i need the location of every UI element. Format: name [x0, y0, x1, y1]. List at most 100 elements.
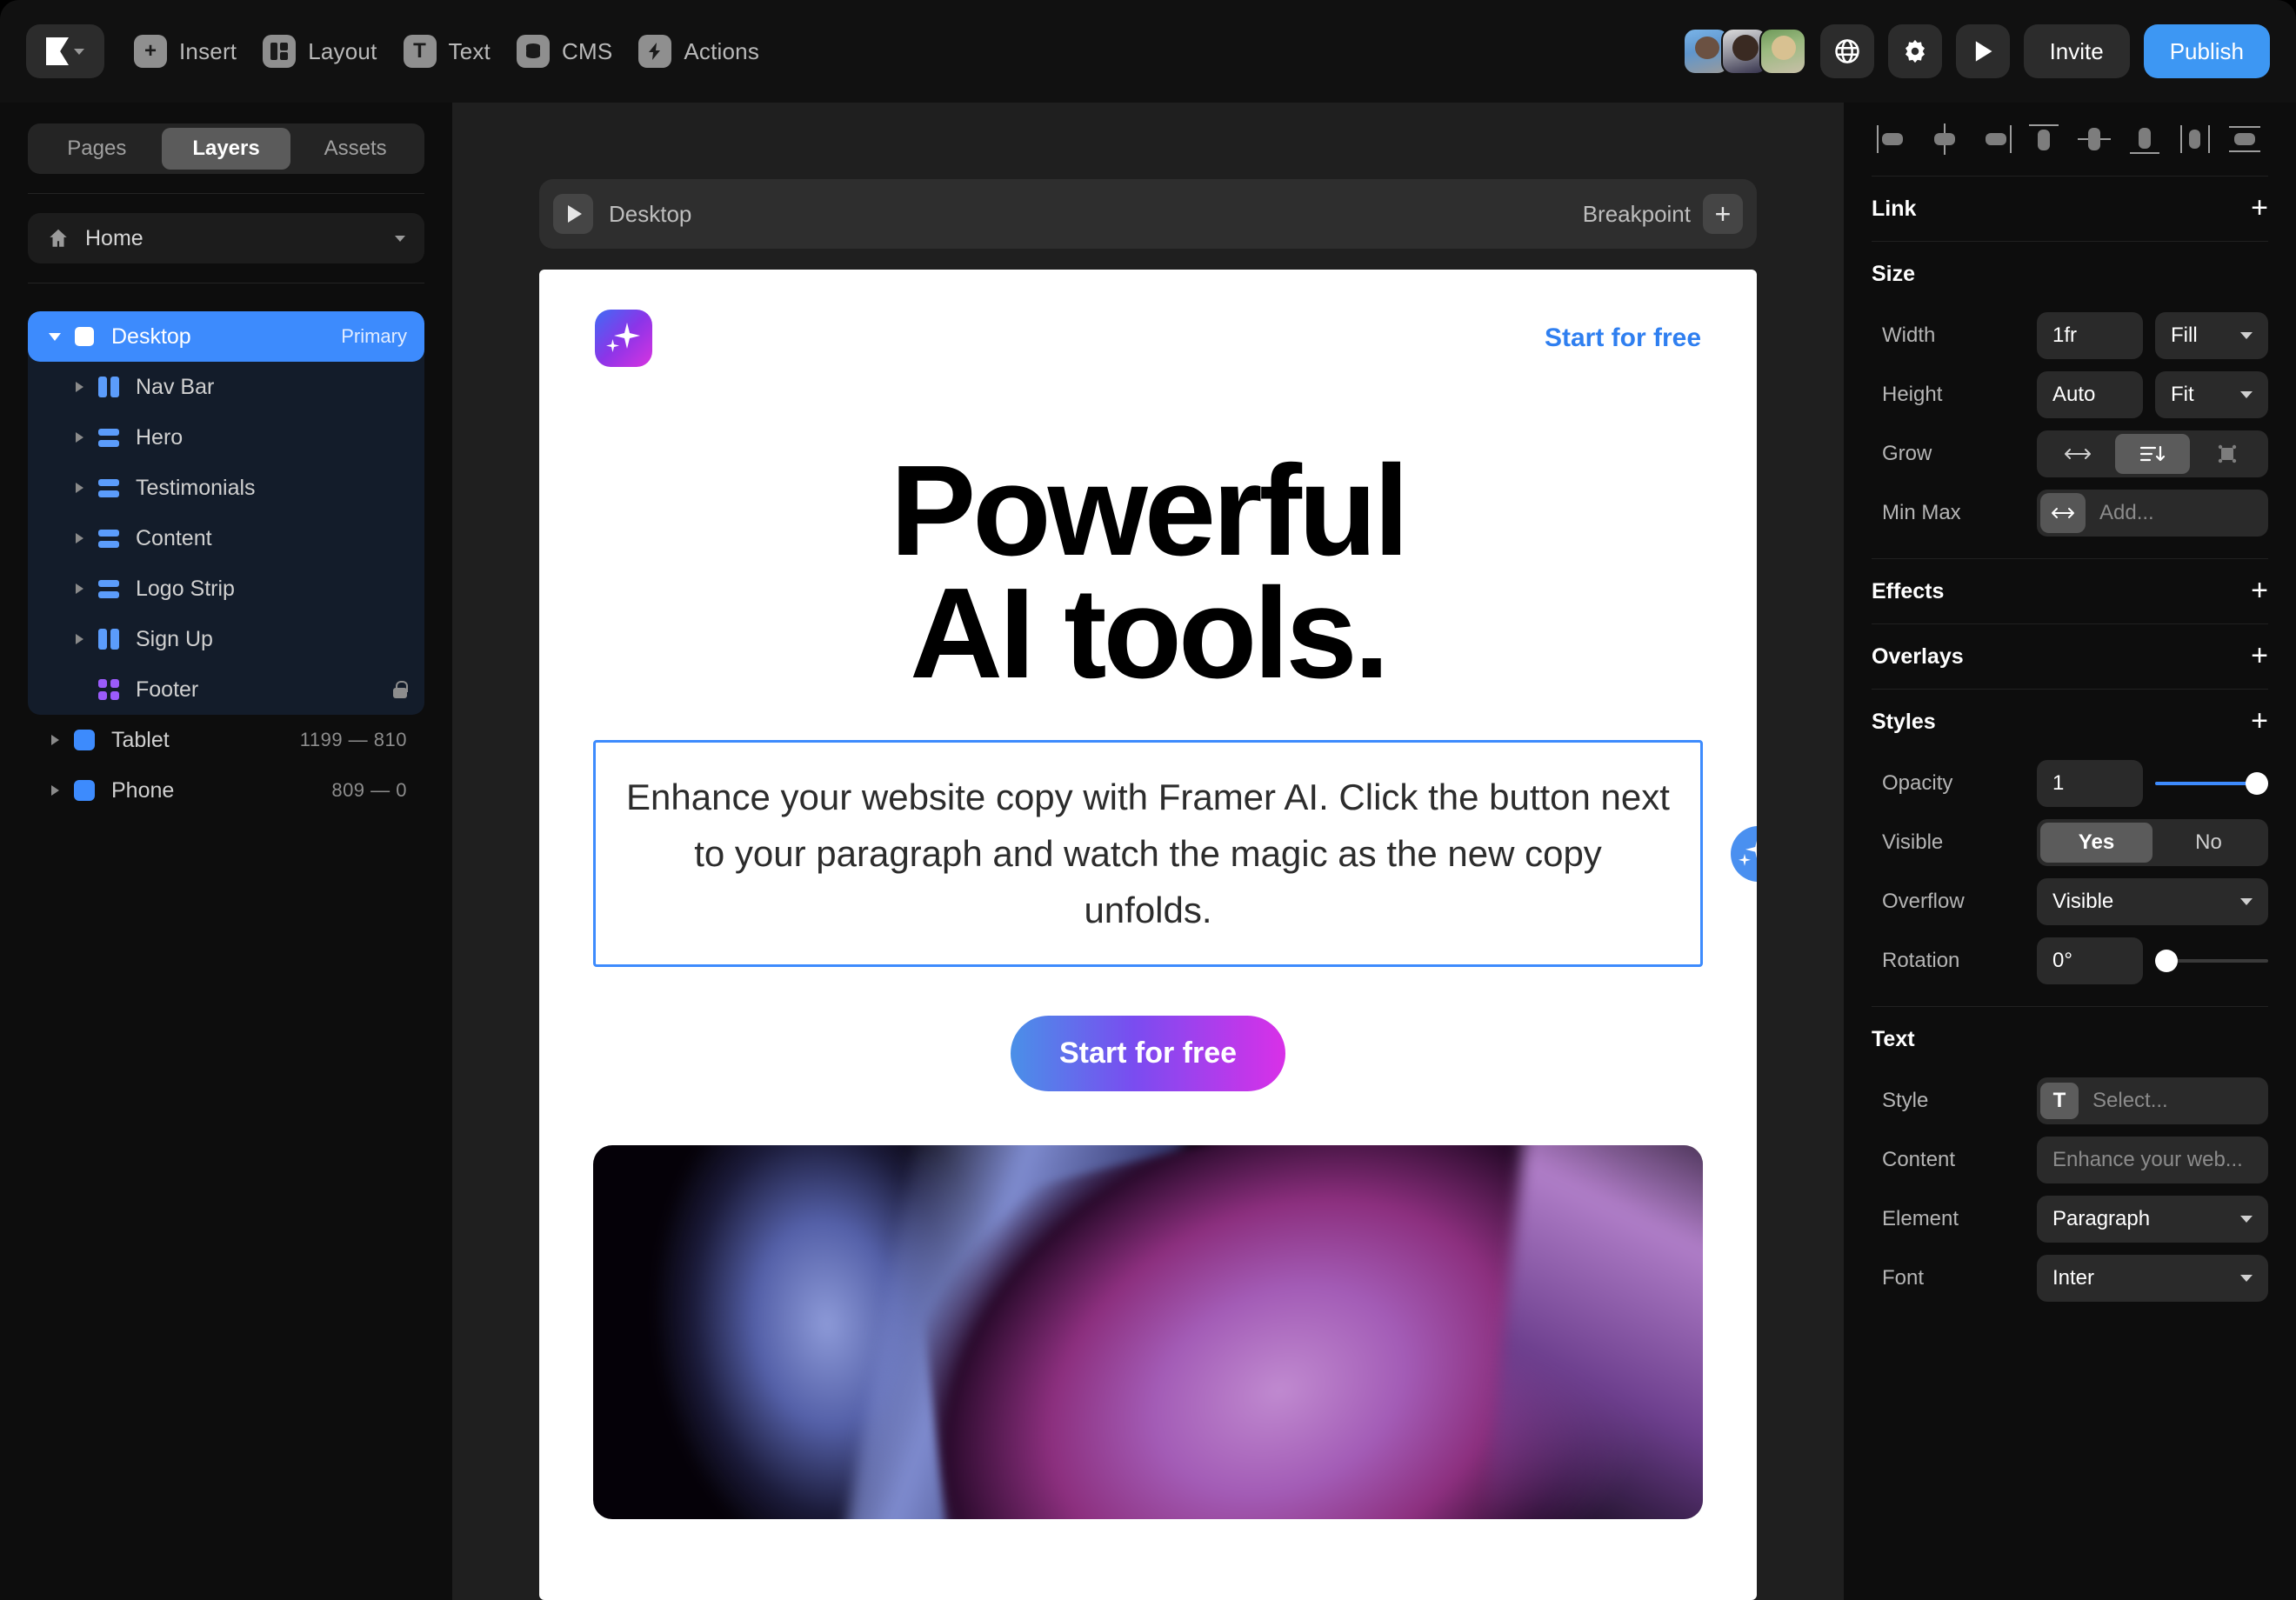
- visible-label: Visible: [1872, 830, 2025, 855]
- disclosure-triangle-right-icon[interactable]: [40, 785, 70, 796]
- disclosure-triangle-right-icon[interactable]: [40, 735, 70, 745]
- sparkle-logo-icon[interactable]: [595, 310, 652, 367]
- toolbar-actions-label: Actions: [684, 38, 759, 65]
- align-horizontal-center-icon[interactable]: [1926, 122, 1964, 157]
- layer-row-tablet[interactable]: Tablet 1199 — 810: [28, 715, 424, 765]
- toolbar-actions[interactable]: Actions: [638, 35, 759, 68]
- width-mode-select[interactable]: Fill: [2155, 312, 2268, 359]
- avatar[interactable]: [1759, 28, 1806, 75]
- frame-icon: [70, 327, 99, 346]
- disclosure-triangle-down-icon[interactable]: [40, 333, 70, 341]
- breakpoint-add-group: Breakpoint +: [1583, 194, 1743, 234]
- text-font-select[interactable]: Inter: [2037, 1255, 2268, 1302]
- invite-button[interactable]: Invite: [2024, 24, 2130, 78]
- globe-button[interactable]: [1820, 24, 1874, 78]
- minmax-input[interactable]: Add...: [2037, 490, 2268, 537]
- visible-yes-option[interactable]: Yes: [2040, 823, 2152, 863]
- visible-no-option[interactable]: No: [2152, 823, 2265, 863]
- page-selector[interactable]: Home: [28, 213, 424, 263]
- add-link-button[interactable]: +: [2251, 198, 2268, 219]
- layer-row-desktop[interactable]: Desktop Primary: [28, 311, 424, 362]
- site-nav-bar: Start for free: [539, 270, 1757, 367]
- hero-cta-button[interactable]: Start for free: [1011, 1016, 1285, 1091]
- text-element-select[interactable]: Paragraph: [2037, 1196, 2268, 1243]
- add-style-button[interactable]: +: [2251, 711, 2268, 732]
- tab-pages[interactable]: Pages: [32, 128, 162, 170]
- overflow-select[interactable]: Visible: [2037, 878, 2268, 925]
- grow-expand-icon[interactable]: [2190, 434, 2265, 474]
- tab-assets[interactable]: Assets: [290, 128, 420, 170]
- grow-horizontal-arrows-icon[interactable]: [2040, 434, 2115, 474]
- hero-image[interactable]: [593, 1145, 1703, 1519]
- stack-icon: [94, 528, 123, 549]
- text-content-input[interactable]: Enhance your web...: [2037, 1137, 2268, 1183]
- toolbar-layout-label: Layout: [308, 38, 377, 65]
- align-right-icon[interactable]: [1975, 122, 2013, 157]
- disclosure-triangle-right-icon[interactable]: [64, 432, 94, 443]
- add-breakpoint-button[interactable]: +: [1703, 194, 1743, 234]
- layer-row-testimonials[interactable]: Testimonials: [28, 463, 424, 513]
- rotation-input[interactable]: 0°: [2037, 937, 2143, 984]
- toolbar-layout[interactable]: Layout: [263, 35, 377, 68]
- ai-rewrite-button[interactable]: [1731, 826, 1757, 882]
- home-icon: [47, 227, 70, 250]
- left-sidebar: Pages Layers Assets Home Desktop Primary: [0, 103, 452, 1600]
- disclosure-triangle-right-icon[interactable]: [64, 533, 94, 543]
- lock-icon[interactable]: [393, 681, 407, 698]
- layer-row-hero[interactable]: Hero: [28, 412, 424, 463]
- toolbar-cms[interactable]: CMS: [517, 35, 612, 68]
- layer-label: Hero: [136, 425, 407, 450]
- breakpoint-title: Desktop: [609, 201, 691, 228]
- framer-logo-button[interactable]: [26, 24, 104, 78]
- add-effect-button[interactable]: +: [2251, 581, 2268, 602]
- width-input[interactable]: 1fr: [2037, 312, 2143, 359]
- collaborator-avatars: [1683, 28, 1806, 75]
- disclosure-triangle-right-icon[interactable]: [64, 382, 94, 392]
- opacity-slider[interactable]: [2155, 760, 2268, 807]
- breakpoint-preview-button[interactable]: [553, 194, 593, 234]
- align-bottom-icon[interactable]: [2126, 122, 2165, 157]
- minmax-placeholder: Add...: [2099, 501, 2154, 525]
- disclosure-triangle-right-icon[interactable]: [64, 583, 94, 594]
- layer-row-content[interactable]: Content: [28, 513, 424, 563]
- hero-paragraph-selected[interactable]: Enhance your website copy with Framer AI…: [593, 740, 1703, 967]
- tab-layers[interactable]: Layers: [162, 128, 291, 170]
- gear-icon: [1902, 38, 1928, 64]
- layer-row-logo-strip[interactable]: Logo Strip: [28, 563, 424, 614]
- layer-row-nav-bar[interactable]: Nav Bar: [28, 362, 424, 412]
- distribute-vertical-icon[interactable]: [2226, 122, 2265, 157]
- breakpoint-add-label: Breakpoint: [1583, 201, 1691, 228]
- disclosure-triangle-right-icon[interactable]: [64, 483, 94, 493]
- publish-button[interactable]: Publish: [2144, 24, 2270, 78]
- hero-heading[interactable]: Powerful AI tools.: [539, 450, 1757, 695]
- align-left-icon[interactable]: [1875, 122, 1913, 157]
- field-row-text-content: Content Enhance your web...: [1872, 1130, 2268, 1190]
- height-mode-select[interactable]: Fit: [2155, 371, 2268, 418]
- rotation-slider[interactable]: [2155, 937, 2268, 984]
- settings-button[interactable]: [1888, 24, 1942, 78]
- preview-button[interactable]: [1956, 24, 2010, 78]
- canvas[interactable]: Desktop Breakpoint + Start for free Powe…: [452, 103, 1844, 1600]
- columns-icon: [94, 629, 123, 650]
- grow-down-icon[interactable]: [2115, 434, 2190, 474]
- opacity-input[interactable]: 1: [2037, 760, 2143, 807]
- add-overlay-button[interactable]: +: [2251, 646, 2268, 667]
- rotation-label: Rotation: [1872, 949, 2025, 973]
- toolbar-text[interactable]: T Text: [404, 35, 491, 68]
- distribute-horizontal-icon[interactable]: [2176, 122, 2214, 157]
- height-input[interactable]: Auto: [2037, 371, 2143, 418]
- top-toolbar: + Insert Layout T Text: [0, 0, 2296, 103]
- layer-row-phone[interactable]: Phone 809 — 0: [28, 765, 424, 816]
- desktop-frame[interactable]: Start for free Powerful AI tools. Enhanc…: [539, 270, 1757, 1600]
- align-top-icon[interactable]: [2026, 122, 2064, 157]
- disclosure-triangle-right-icon[interactable]: [64, 634, 94, 644]
- overflow-label: Overflow: [1872, 890, 2025, 914]
- text-style-select[interactable]: T Select...: [2037, 1077, 2268, 1124]
- field-row-overflow: Overflow Visible: [1872, 872, 2268, 931]
- layer-row-footer[interactable]: Footer: [28, 664, 424, 715]
- toolbar-insert[interactable]: + Insert: [134, 35, 237, 68]
- layer-row-sign-up[interactable]: Sign Up: [28, 614, 424, 664]
- breakpoint-bar: Desktop Breakpoint +: [539, 179, 1757, 249]
- align-vertical-center-icon[interactable]: [2076, 122, 2114, 157]
- nav-cta-link[interactable]: Start for free: [1545, 323, 1701, 353]
